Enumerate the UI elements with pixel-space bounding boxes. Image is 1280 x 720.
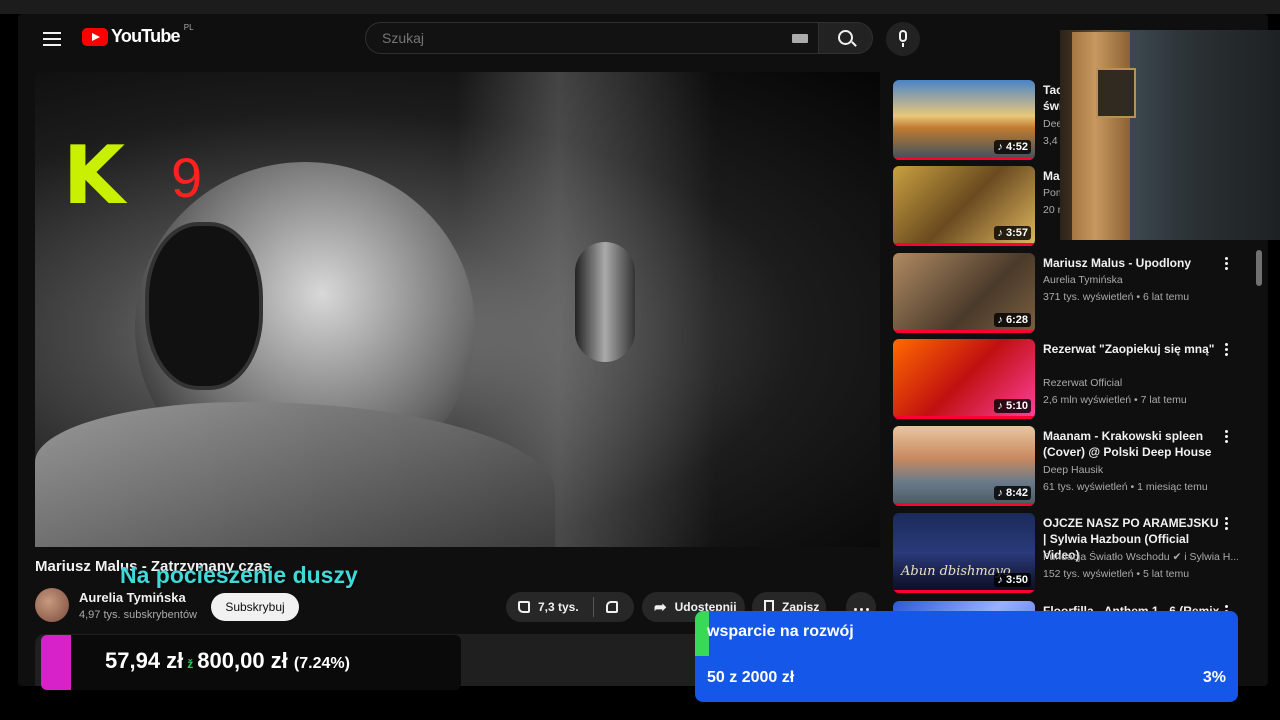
- youtube-logo[interactable]: YouTube PL: [82, 23, 194, 47]
- subscribe-button[interactable]: Subskrybuj: [211, 593, 299, 621]
- video-duration: ♪ 3:50: [994, 573, 1031, 587]
- recommendation-item[interactable]: ♪ 8:42 Maanam - Krakowski spleen (Cover) …: [893, 426, 1253, 506]
- subscriber-count: 4,97 tys. subskrybentów: [79, 609, 198, 621]
- studio-microphone: [575, 242, 635, 362]
- thumbs-up-icon[interactable]: [518, 601, 530, 613]
- more-vertical-icon[interactable]: [1225, 343, 1229, 358]
- recommendation-item[interactable]: ♪ 6:28 Mariusz Malus - Upodlony Aurelia Ty…: [893, 253, 1253, 333]
- voice-search-button[interactable]: [886, 22, 920, 56]
- video-duration: ♪ 5:10: [994, 399, 1031, 413]
- more-vertical-icon[interactable]: [1225, 517, 1229, 532]
- thumbs-down-icon[interactable]: [605, 601, 618, 613]
- recommendation-meta: 20 r: [1043, 204, 1062, 216]
- video-duration: ♪ 3:57: [994, 226, 1031, 240]
- search-button[interactable]: [819, 22, 873, 54]
- donation-goal-fill: [41, 635, 72, 690]
- support-amount: 50 z 2000 zł: [707, 669, 795, 686]
- country-code: PL: [183, 23, 194, 32]
- video-player[interactable]: K 9: [35, 72, 880, 547]
- channel-name[interactable]: Aurelia Tymińska: [79, 590, 186, 605]
- recommendation-title[interactable]: Maanam - Krakowski spleen (Cover) @ Pols…: [1043, 428, 1223, 460]
- support-percent: 3%: [1202, 669, 1226, 686]
- video-thumbnail[interactable]: ♪ 8:42: [893, 426, 1035, 506]
- microphone-icon: [899, 30, 907, 42]
- webcam-door: [1072, 32, 1136, 240]
- donation-goal-bar: 57,94 zł ž 800,00 zł (7.24%): [41, 635, 461, 690]
- arrow-icon: ž: [187, 657, 194, 671]
- support-goal-widget: wsparcie na rozwój 50 z 2000 zł 3%: [695, 611, 1238, 702]
- video-duration: ♪ 4:52: [994, 140, 1031, 154]
- video-thumbnail[interactable]: ♪ 3:57: [893, 166, 1035, 246]
- recommendation-channel[interactable]: Fundacja Światło Wschodu ✔ i Sylwia H...: [1043, 551, 1238, 563]
- watch-progress-bar: [893, 590, 1035, 593]
- recommendation-meta: 152 tys. wyświetleń • 5 lat temu: [1043, 568, 1190, 580]
- recommendation-title[interactable]: Mariusz Malus - Upodlony: [1043, 255, 1223, 271]
- search-input[interactable]: [380, 29, 764, 47]
- goal-target: 800,00 zł: [197, 648, 288, 673]
- recommendation-channel[interactable]: Deep Hausik: [1043, 464, 1238, 476]
- goal-current: 57,94 zł: [105, 648, 184, 673]
- video-duration: ♪ 8:42: [994, 486, 1031, 500]
- youtube-play-icon: [82, 27, 108, 46]
- like-count[interactable]: 7,3 tys.: [538, 600, 579, 614]
- recommendation-item[interactable]: Abun dbishmayo ♪ 3:50 OJCZE NASZ PO ARAMEJ…: [893, 513, 1253, 593]
- recommendation-title[interactable]: Rezerwat "Zaopiekuj się mną": [1043, 341, 1223, 357]
- recommendation-channel[interactable]: Rezerwat Official: [1043, 377, 1238, 389]
- watch-progress-bar: [893, 416, 1035, 419]
- watch-progress-bar: [893, 157, 1035, 160]
- menu-icon[interactable]: [43, 32, 61, 46]
- watch-progress-bar: [893, 243, 1035, 246]
- recommendation-channel[interactable]: Aurelia Tymińska: [1043, 274, 1238, 286]
- channel-watermark-9: 9: [171, 146, 203, 209]
- browser-top-strip: [0, 0, 1280, 14]
- watch-progress-bar: [893, 330, 1035, 333]
- recommendation-meta: 61 tys. wyświetleń • 1 miesiąc temu: [1043, 481, 1208, 493]
- video-duration: ♪ 6:28: [994, 313, 1031, 327]
- donation-goal-text: 57,94 zł ž 800,00 zł (7.24%): [105, 648, 350, 674]
- stream-caption: Na pocieszenie duszy: [120, 562, 358, 588]
- more-vertical-icon[interactable]: [1225, 257, 1229, 272]
- sidebar-scrollbar[interactable]: [1256, 250, 1262, 286]
- video-thumbnail[interactable]: ♪ 4:52: [893, 80, 1035, 160]
- share-arrow-icon: ➦: [654, 599, 667, 616]
- video-thumbnail[interactable]: ♪ 5:10: [893, 339, 1035, 419]
- channel-watermark-k: K: [63, 129, 125, 222]
- recommendation-meta: 3,4: [1043, 135, 1058, 147]
- search-box: [365, 22, 819, 54]
- recommendation-meta: 371 tys. wyświetleń • 6 lat temu: [1043, 291, 1190, 303]
- video-thumbnail[interactable]: ♪ 6:28: [893, 253, 1035, 333]
- webcam-overlay: [1060, 30, 1280, 240]
- recommendation-item[interactable]: ♪ 5:10 Rezerwat "Zaopiekuj się mną" Rezerw…: [893, 339, 1253, 419]
- more-vertical-icon[interactable]: [1225, 430, 1229, 445]
- recommendation-meta: 2,6 mln wyświetleń • 7 lat temu: [1043, 394, 1187, 406]
- like-dislike-group: 7,3 tys.: [506, 592, 634, 622]
- logo-text: YouTube: [111, 26, 181, 46]
- channel-avatar[interactable]: [35, 588, 69, 622]
- headphones: [145, 222, 263, 390]
- support-label: wsparcie na rozwój: [707, 623, 854, 640]
- watch-progress-bar: [893, 503, 1035, 506]
- video-thumbnail[interactable]: Abun dbishmayo ♪ 3:50: [893, 513, 1035, 593]
- search-icon: [838, 30, 853, 45]
- keyboard-icon[interactable]: [792, 34, 808, 43]
- goal-percent: (7.24%): [293, 655, 350, 672]
